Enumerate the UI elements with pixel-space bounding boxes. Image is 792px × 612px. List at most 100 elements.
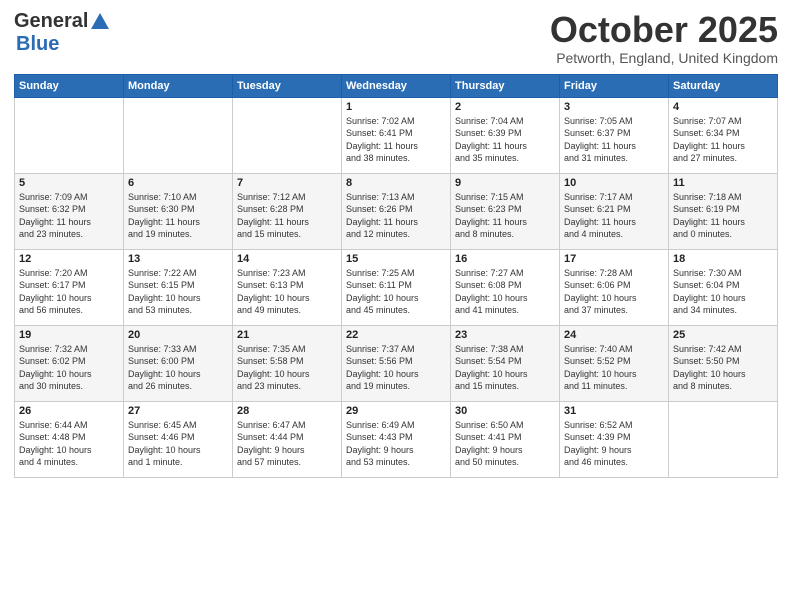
- calendar-cell: 18 Sunrise: 7:30 AM Sunset: 6:04 PM Dayli…: [669, 249, 778, 325]
- week-row-1: 1 Sunrise: 7:02 AM Sunset: 6:41 PM Daylig…: [15, 97, 778, 173]
- calendar-cell: 4 Sunrise: 7:07 AM Sunset: 6:34 PM Daylig…: [669, 97, 778, 173]
- day-number: 3: [564, 101, 664, 113]
- day-number: 19: [19, 329, 119, 341]
- header: General Blue October 2025 Petworth, Engl…: [14, 10, 778, 66]
- day-info: Sunrise: 7:02 AM Sunset: 6:41 PM Dayligh…: [346, 115, 446, 165]
- location: Petworth, England, United Kingdom: [550, 50, 778, 66]
- day-info: Sunrise: 7:38 AM Sunset: 5:54 PM Dayligh…: [455, 343, 555, 393]
- logo-blue: Blue: [16, 33, 59, 55]
- day-number: 11: [673, 177, 773, 189]
- weekday-header-row: Sunday Monday Tuesday Wednesday Thursday…: [15, 74, 778, 97]
- day-number: 1: [346, 101, 446, 113]
- day-info: Sunrise: 7:33 AM Sunset: 6:00 PM Dayligh…: [128, 343, 228, 393]
- calendar-cell: 12 Sunrise: 7:20 AM Sunset: 6:17 PM Dayli…: [15, 249, 124, 325]
- day-number: 23: [455, 329, 555, 341]
- day-info: Sunrise: 6:44 AM Sunset: 4:48 PM Dayligh…: [19, 419, 119, 469]
- calendar-cell: [124, 97, 233, 173]
- day-number: 22: [346, 329, 446, 341]
- day-info: Sunrise: 6:50 AM Sunset: 4:41 PM Dayligh…: [455, 419, 555, 469]
- day-number: 4: [673, 101, 773, 113]
- day-info: Sunrise: 7:42 AM Sunset: 5:50 PM Dayligh…: [673, 343, 773, 393]
- day-number: 27: [128, 405, 228, 417]
- calendar-cell: 26 Sunrise: 6:44 AM Sunset: 4:48 PM Dayli…: [15, 401, 124, 477]
- day-number: 6: [128, 177, 228, 189]
- logo-general: General: [14, 10, 88, 33]
- day-info: Sunrise: 6:52 AM Sunset: 4:39 PM Dayligh…: [564, 419, 664, 469]
- day-info: Sunrise: 7:25 AM Sunset: 6:11 PM Dayligh…: [346, 267, 446, 317]
- day-number: 2: [455, 101, 555, 113]
- day-number: 30: [455, 405, 555, 417]
- calendar-cell: 11Sunrise: 7:18 AM Sunset: 6:19 PM Dayli…: [669, 173, 778, 249]
- day-info: Sunrise: 7:22 AM Sunset: 6:15 PM Dayligh…: [128, 267, 228, 317]
- day-info: Sunrise: 6:49 AM Sunset: 4:43 PM Dayligh…: [346, 419, 446, 469]
- day-info: Sunrise: 7:05 AM Sunset: 6:37 PM Dayligh…: [564, 115, 664, 165]
- calendar-cell: 19Sunrise: 7:32 AM Sunset: 6:02 PM Dayli…: [15, 325, 124, 401]
- day-info: Sunrise: 6:45 AM Sunset: 4:46 PM Dayligh…: [128, 419, 228, 469]
- calendar-cell: 23 Sunrise: 7:38 AM Sunset: 5:54 PM Dayli…: [451, 325, 560, 401]
- day-info: Sunrise: 6:47 AM Sunset: 4:44 PM Dayligh…: [237, 419, 337, 469]
- week-row-4: 19Sunrise: 7:32 AM Sunset: 6:02 PM Dayli…: [15, 325, 778, 401]
- day-info: Sunrise: 7:40 AM Sunset: 5:52 PM Dayligh…: [564, 343, 664, 393]
- day-info: Sunrise: 7:10 AM Sunset: 6:30 PM Dayligh…: [128, 191, 228, 241]
- day-info: Sunrise: 7:13 AM Sunset: 6:26 PM Dayligh…: [346, 191, 446, 241]
- calendar-table: Sunday Monday Tuesday Wednesday Thursday…: [14, 74, 778, 478]
- calendar-cell: 20 Sunrise: 7:33 AM Sunset: 6:00 PM Dayli…: [124, 325, 233, 401]
- day-number: 28: [237, 405, 337, 417]
- header-tuesday: Tuesday: [233, 74, 342, 97]
- day-number: 12: [19, 253, 119, 265]
- calendar-cell: 7Sunrise: 7:12 AM Sunset: 6:28 PM Daylig…: [233, 173, 342, 249]
- calendar-cell: 3 Sunrise: 7:05 AM Sunset: 6:37 PM Daylig…: [560, 97, 669, 173]
- day-info: Sunrise: 7:04 AM Sunset: 6:39 PM Dayligh…: [455, 115, 555, 165]
- calendar-cell: 31 Sunrise: 6:52 AM Sunset: 4:39 PM Dayli…: [560, 401, 669, 477]
- month-title: October 2025: [550, 10, 778, 50]
- day-number: 5: [19, 177, 119, 189]
- header-monday: Monday: [124, 74, 233, 97]
- calendar-cell: [669, 401, 778, 477]
- day-number: 16: [455, 253, 555, 265]
- calendar-cell: [233, 97, 342, 173]
- day-number: 9: [455, 177, 555, 189]
- calendar-cell: 6 Sunrise: 7:10 AM Sunset: 6:30 PM Daylig…: [124, 173, 233, 249]
- calendar-cell: 28 Sunrise: 6:47 AM Sunset: 4:44 PM Dayli…: [233, 401, 342, 477]
- day-number: 10: [564, 177, 664, 189]
- day-number: 13: [128, 253, 228, 265]
- calendar-cell: 14Sunrise: 7:23 AM Sunset: 6:13 PM Dayli…: [233, 249, 342, 325]
- header-saturday: Saturday: [669, 74, 778, 97]
- week-row-3: 12 Sunrise: 7:20 AM Sunset: 6:17 PM Dayli…: [15, 249, 778, 325]
- calendar-cell: 10 Sunrise: 7:17 AM Sunset: 6:21 PM Dayli…: [560, 173, 669, 249]
- calendar-cell: 17Sunrise: 7:28 AM Sunset: 6:06 PM Dayli…: [560, 249, 669, 325]
- title-section: October 2025 Petworth, England, United K…: [550, 10, 778, 66]
- calendar-cell: 8Sunrise: 7:13 AM Sunset: 6:26 PM Daylig…: [342, 173, 451, 249]
- day-info: Sunrise: 7:20 AM Sunset: 6:17 PM Dayligh…: [19, 267, 119, 317]
- header-thursday: Thursday: [451, 74, 560, 97]
- day-info: Sunrise: 7:35 AM Sunset: 5:58 PM Dayligh…: [237, 343, 337, 393]
- calendar-cell: 5 Sunrise: 7:09 AM Sunset: 6:32 PM Daylig…: [15, 173, 124, 249]
- day-info: Sunrise: 7:28 AM Sunset: 6:06 PM Dayligh…: [564, 267, 664, 317]
- logo: General Blue: [14, 10, 112, 56]
- header-friday: Friday: [560, 74, 669, 97]
- day-number: 14: [237, 253, 337, 265]
- day-number: 26: [19, 405, 119, 417]
- day-info: Sunrise: 7:07 AM Sunset: 6:34 PM Dayligh…: [673, 115, 773, 165]
- day-info: Sunrise: 7:30 AM Sunset: 6:04 PM Dayligh…: [673, 267, 773, 317]
- day-info: Sunrise: 7:15 AM Sunset: 6:23 PM Dayligh…: [455, 191, 555, 241]
- day-number: 24: [564, 329, 664, 341]
- day-info: Sunrise: 7:17 AM Sunset: 6:21 PM Dayligh…: [564, 191, 664, 241]
- day-info: Sunrise: 7:09 AM Sunset: 6:32 PM Dayligh…: [19, 191, 119, 241]
- day-number: 20: [128, 329, 228, 341]
- day-number: 15: [346, 253, 446, 265]
- calendar-cell: 22Sunrise: 7:37 AM Sunset: 5:56 PM Dayli…: [342, 325, 451, 401]
- calendar-cell: 1 Sunrise: 7:02 AM Sunset: 6:41 PM Daylig…: [342, 97, 451, 173]
- calendar-cell: 29Sunrise: 6:49 AM Sunset: 4:43 PM Dayli…: [342, 401, 451, 477]
- header-sunday: Sunday: [15, 74, 124, 97]
- day-number: 31: [564, 405, 664, 417]
- day-number: 18: [673, 253, 773, 265]
- calendar-cell: 9 Sunrise: 7:15 AM Sunset: 6:23 PM Daylig…: [451, 173, 560, 249]
- calendar-page: General Blue October 2025 Petworth, Engl…: [0, 0, 792, 612]
- logo-icon: [89, 11, 111, 33]
- calendar-cell: 2 Sunrise: 7:04 AM Sunset: 6:39 PM Daylig…: [451, 97, 560, 173]
- calendar-cell: 25Sunrise: 7:42 AM Sunset: 5:50 PM Dayli…: [669, 325, 778, 401]
- day-number: 21: [237, 329, 337, 341]
- day-info: Sunrise: 7:27 AM Sunset: 6:08 PM Dayligh…: [455, 267, 555, 317]
- calendar-cell: 16 Sunrise: 7:27 AM Sunset: 6:08 PM Dayli…: [451, 249, 560, 325]
